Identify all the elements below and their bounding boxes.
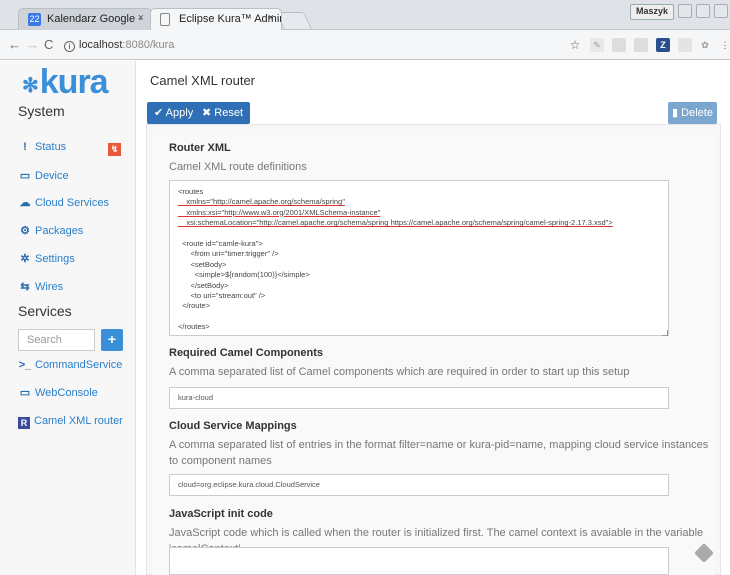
info-icon: i [64, 41, 75, 52]
add-service-button[interactable]: + [101, 329, 123, 351]
sidebar-item-label: CommandService [35, 359, 123, 371]
javascript-init-code-label: JavaScript init code [169, 508, 273, 520]
xml-line: <routes [178, 187, 204, 196]
sidebar-item-camel-xml-router[interactable]: R Camel XML router [18, 413, 123, 429]
sidebar-item-label: Device [35, 170, 69, 182]
terminal-icon: >_ [18, 359, 32, 371]
system-section-title: System [18, 103, 65, 119]
delete-button[interactable]: ▮ Delete [668, 102, 717, 124]
delete-label: Delete [681, 107, 713, 119]
xml-line [178, 312, 660, 322]
xml-line: </setBody> [178, 280, 229, 290]
url-host: localhost [79, 39, 123, 51]
sidebar-item-wires[interactable]: ⇆ Wires [18, 279, 63, 295]
close-icon[interactable]: × [268, 12, 274, 24]
sidebar-item-status[interactable]: ! Status [18, 139, 66, 155]
exclamation-icon: ! [23, 141, 27, 153]
cloud-service-mappings-description: A comma separated list of entries in the… [169, 439, 709, 467]
xml-line: <to uri="stream:out" /> [178, 291, 266, 301]
tab-label: Eclipse Kura™ Admin [179, 13, 282, 25]
apply-label: Apply [165, 107, 194, 119]
sidebar-item-packages[interactable]: ⚙ Packages [18, 223, 83, 239]
gear-icon: ✻ [22, 75, 39, 97]
x-icon: ✖ [202, 107, 212, 119]
url-path: :8080/kura [122, 39, 175, 51]
kura-logo: ✻kura [22, 63, 109, 101]
forward-icon[interactable]: → [26, 37, 39, 52]
calendar-icon: 22 [28, 13, 41, 26]
apply-button[interactable]: ✔ Apply [147, 102, 201, 124]
extension-icon[interactable] [612, 38, 626, 52]
router-icon: R [18, 417, 30, 429]
javascript-init-code-textarea[interactable] [169, 547, 669, 575]
reset-button[interactable]: ✖ Reset [195, 102, 251, 124]
xml-line: xmlns:xsi="http://www.w3.org/2001/XMLSch… [178, 207, 381, 217]
sidebar-item-device[interactable]: ▭ Device [18, 168, 69, 184]
xml-line: </route> [178, 301, 211, 311]
xml-line: <route id="camle-kura"> [178, 239, 263, 249]
cloud-service-mappings-input[interactable]: cloud=org.eclipse.kura.cloud.CloudServic… [169, 474, 669, 496]
xml-line: <simple>${random(100)}</simple> [178, 270, 310, 280]
services-section-title: Services [18, 303, 72, 319]
xml-line: xmlns="http://camel.apache.org/schema/sp… [178, 197, 345, 207]
close-window-button[interactable] [714, 4, 728, 18]
extension-icon[interactable]: ✿ [698, 38, 712, 52]
xml-line [178, 229, 660, 239]
bookmark-star-icon[interactable]: ☆ [568, 38, 582, 52]
monitor-icon: ▭ [19, 387, 31, 399]
tab-kura-admin[interactable]: Eclipse Kura™ Admin × [150, 8, 282, 30]
menu-icon[interactable]: ⋮ [718, 38, 730, 52]
sidebar-item-commandservice[interactable]: >_ CommandService [18, 357, 123, 373]
extension-icon[interactable] [678, 38, 692, 52]
extension-icon[interactable] [634, 38, 648, 52]
router-xml-textarea[interactable]: <routes xmlns="http://camel.apache.org/s… [169, 180, 669, 336]
sidebar-item-label: Packages [35, 225, 84, 237]
sidebar-item-settings[interactable]: ✲ Settings [18, 251, 75, 267]
document-icon [160, 13, 170, 26]
browser-tab-bar: 22 Kalendarz Google - × Eclipse Kura™ Ad… [0, 0, 730, 30]
trash-icon: ▮ [672, 107, 679, 119]
sidebar-item-label: Camel XML router [34, 415, 123, 427]
services-search-input[interactable]: Search [18, 329, 95, 351]
back-icon[interactable]: ← [8, 37, 21, 52]
reload-icon[interactable]: C [44, 37, 53, 52]
browser-toolbar: ← → C i localhost:8080/kura ☆ ✎ Z ✿ ⋮ [0, 30, 730, 60]
check-icon: ✔ [154, 107, 164, 119]
sidebar-item-webconsole[interactable]: ▭ WebConsole [18, 385, 98, 401]
page-title: Camel XML router [150, 73, 255, 88]
settings-icon: ✲ [20, 253, 30, 265]
maximize-button[interactable] [696, 4, 710, 18]
cloud-service-mappings-label: Cloud Service Mappings [169, 420, 297, 432]
xml-line: <from uri="timer:trigger" /> [178, 249, 279, 259]
sidebar-item-label: Wires [35, 281, 64, 293]
required-components-input[interactable]: kura-cloud [169, 387, 669, 409]
user-profile-button[interactable]: Maszyk [629, 4, 674, 20]
sidebar-item-label: Settings [35, 253, 75, 265]
cloud-icon: ☁ [19, 197, 31, 209]
xml-line: <setBody> [178, 259, 227, 269]
resize-grip-icon[interactable] [662, 330, 668, 336]
router-xml-description: Camel XML route definitions [169, 161, 307, 173]
packages-icon: ⚙ [20, 225, 30, 237]
minimize-button[interactable] [678, 4, 692, 18]
tab-label: Kalendarz Google - [47, 13, 142, 25]
z-extension-icon[interactable]: Z [656, 38, 670, 52]
sidebar-item-label: Cloud Services [35, 197, 109, 209]
sidebar-item-label: WebConsole [35, 387, 98, 399]
reset-label: Reset [214, 107, 244, 119]
required-components-description: A comma separated list of Camel componen… [169, 366, 630, 378]
required-components-label: Required Camel Components [169, 347, 324, 359]
device-icon: ▭ [19, 170, 31, 182]
sidebar-item-label: Status [35, 141, 67, 153]
router-xml-label: Router XML [169, 142, 231, 154]
extension-icon[interactable]: ✎ [590, 38, 604, 52]
address-bar[interactable]: i localhost:8080/kura [64, 34, 584, 56]
xml-line: </routes> [178, 322, 210, 332]
tab-google-calendar[interactable]: 22 Kalendarz Google - × [18, 8, 152, 30]
wires-icon: ⇆ [20, 281, 30, 293]
close-icon[interactable]: × [138, 12, 144, 24]
status-alert-icon: ↯ [108, 143, 121, 156]
xml-line: xsi:schemaLocation="http://camel.apache.… [178, 218, 613, 228]
sidebar-item-cloud-services[interactable]: ☁ Cloud Services [18, 195, 109, 211]
